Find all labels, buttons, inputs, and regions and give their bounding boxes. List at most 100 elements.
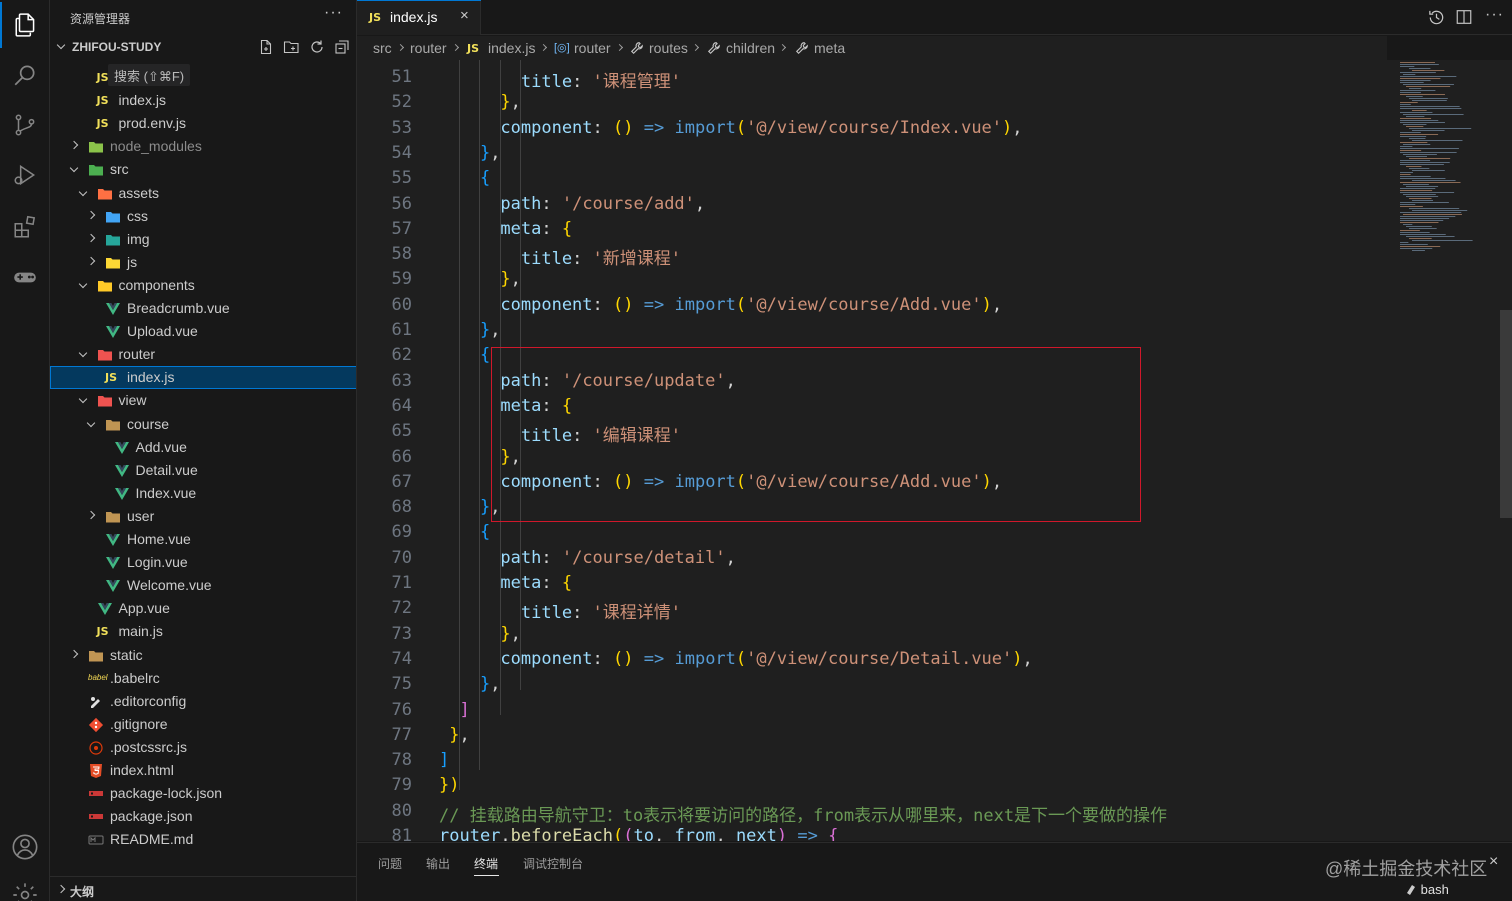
npm-icon <box>88 809 104 825</box>
tree-item-label: src <box>110 161 129 178</box>
breadcrumb-item-index-js[interactable]: index.js <box>488 40 535 56</box>
folder-img-icon <box>105 232 121 248</box>
tree-item-file-index-js[interactable]: JS index.js <box>50 89 356 112</box>
line-number: 55 <box>391 168 412 189</box>
minimap[interactable] <box>1397 60 1500 841</box>
tree-item-file-breadcrumb-vue[interactable]: Breadcrumb.vue <box>50 297 356 320</box>
tree-item-file-index-js[interactable]: JS index.js <box>50 366 356 390</box>
code-line: title: '新增课程' <box>439 249 682 270</box>
editorconfig-icon <box>88 694 104 710</box>
more-actions-icon[interactable]: ··· <box>1485 6 1504 24</box>
js-icon: JS <box>96 94 109 108</box>
tree-item-file-gitignore[interactable]: .gitignore <box>50 713 356 736</box>
tree-item-label: components <box>118 276 195 293</box>
panel-tab-problems[interactable]: 问题 <box>378 855 402 872</box>
project-header[interactable]: ZHIFOU-STUDY <box>50 36 356 58</box>
tree-item-file-editorconfig[interactable]: .editorconfig <box>50 690 356 713</box>
vertical-scrollbar[interactable] <box>1500 60 1512 841</box>
settings-gear-icon[interactable] <box>0 872 50 901</box>
tree-item-file-readme-md[interactable]: README.md <box>50 828 356 851</box>
tree-item-folder-user[interactable]: user <box>50 505 356 528</box>
breadcrumb-item-meta[interactable]: meta <box>814 40 845 56</box>
tree-item-file-app-vue[interactable]: App.vue <box>50 597 356 620</box>
run-debug-icon[interactable] <box>0 152 50 198</box>
timeline-history-icon[interactable] <box>1427 8 1446 27</box>
tree-item-label: static <box>110 646 143 663</box>
split-editor-icon[interactable] <box>1455 8 1473 26</box>
panel-tab-output[interactable]: 输出 <box>426 855 450 872</box>
breadcrumb-item-src[interactable]: src <box>373 40 392 56</box>
terminal-instance-bash[interactable]: bash <box>1405 882 1449 897</box>
activity-bar <box>0 0 50 901</box>
tree-item-folder-course[interactable]: course <box>50 413 356 436</box>
tree-item-file-login-vue[interactable]: Login.vue <box>50 551 356 574</box>
tree-item-label: .postcssrc.js <box>110 738 188 755</box>
breadcrumb-item-routes[interactable]: routes <box>649 40 688 56</box>
tree-item-folder-img[interactable]: img <box>50 228 356 251</box>
breadcrumb-item-router-symbol[interactable]: router <box>574 40 611 56</box>
tree-item-file-add-vue[interactable]: Add.vue <box>50 436 356 459</box>
breadcrumb-item-children[interactable]: children <box>726 40 775 56</box>
tree-item-file-package-lock-json[interactable]: package-lock.json <box>50 782 356 805</box>
account-icon[interactable] <box>0 824 50 870</box>
more-actions-icon[interactable]: ··· <box>324 4 343 22</box>
highlight-annotation-box <box>491 347 1141 522</box>
close-icon[interactable]: × <box>460 7 469 24</box>
tree-item-file-dev-env-js[interactable]: JSdev.env.js <box>50 66 356 89</box>
tree-item-folder-assets[interactable]: assets <box>50 182 356 205</box>
gamepad-icon[interactable] <box>0 254 50 300</box>
tree-item-file-package-json[interactable]: package.json <box>50 805 356 828</box>
search-icon[interactable] <box>0 52 50 98</box>
extensions-icon[interactable] <box>0 204 50 250</box>
tree-item-file-index-vue[interactable]: Index.vue <box>50 482 356 505</box>
breadcrumb-item-router[interactable]: router <box>410 40 447 56</box>
explorer-icon[interactable] <box>0 2 50 48</box>
tree-item-label: prod.env.js <box>118 115 186 132</box>
tab-index-js[interactable]: JS index.js × <box>357 0 481 35</box>
tree-item-file-main-js[interactable]: JS main.js <box>50 620 356 643</box>
source-control-icon[interactable] <box>0 102 50 148</box>
code-line: path: '/course/detail', <box>439 547 736 568</box>
tree-item-label: Breadcrumb.vue <box>127 300 230 316</box>
tree-item-file-postcssrc-js[interactable]: .postcssrc.js <box>50 736 356 759</box>
tree-item-file-detail-vue[interactable]: Detail.vue <box>50 459 356 482</box>
chevron-down-icon <box>86 418 96 427</box>
line-number: 62 <box>391 345 412 366</box>
tree-item-folder-view[interactable]: view <box>50 389 356 412</box>
tree-item-folder-node-modules[interactable]: node_modules <box>50 135 356 158</box>
code-editor[interactable]: 51 title: '课程管理' 52 }, 53 component: () =>… <box>357 60 1397 841</box>
new-folder-icon[interactable] <box>283 39 300 55</box>
tree-item-file-home-vue[interactable]: Home.vue <box>50 528 356 551</box>
chevron-down-icon <box>69 164 79 173</box>
tree-item-file-prod-env-js[interactable]: JS prod.env.js <box>50 112 356 135</box>
close-icon[interactable]: × <box>1489 853 1498 871</box>
code-line: router.beforeEach((to, from, next) => { <box>439 826 839 841</box>
folder-view-icon <box>97 393 113 409</box>
tree-item-folder-css[interactable]: css <box>50 205 356 228</box>
line-number: 73 <box>391 623 412 644</box>
tree-item-label: package.json <box>110 808 193 825</box>
tab-label: index.js <box>390 9 438 25</box>
tree-item-file-upload-vue[interactable]: Upload.vue <box>50 320 356 343</box>
code-line: title: '课程管理' <box>439 72 682 92</box>
tree-item-file-welcome-vue[interactable]: Welcome.vue <box>50 574 356 597</box>
babel-icon: babel <box>88 672 108 682</box>
tree-item-folder-src[interactable]: src <box>50 158 356 181</box>
new-file-icon[interactable] <box>258 39 274 55</box>
panel-tab-debug-console[interactable]: 调试控制台 <box>523 855 583 872</box>
git-icon <box>88 717 104 733</box>
panel-tab-terminal[interactable]: 终端 <box>474 855 498 872</box>
tree-item-folder-js[interactable]: js <box>50 251 356 274</box>
outline-section-header[interactable]: 大纲 <box>50 876 356 901</box>
code-line: { <box>479 522 491 543</box>
folder-plain-icon <box>88 648 104 664</box>
tree-item-folder-static[interactable]: static <box>50 644 356 667</box>
tree-item-folder-router[interactable]: router <box>50 343 356 366</box>
refresh-icon[interactable] <box>309 39 325 55</box>
tree-item-folder-components[interactable]: components <box>50 274 356 297</box>
chevron-right-icon <box>69 141 79 150</box>
tree-item-file-index-html[interactable]: index.html <box>50 759 356 782</box>
collapse-all-icon[interactable] <box>334 39 350 55</box>
scrollbar-thumb[interactable] <box>1500 310 1512 518</box>
tree-item-file-babelrc[interactable]: babel .babelrc <box>50 667 356 690</box>
